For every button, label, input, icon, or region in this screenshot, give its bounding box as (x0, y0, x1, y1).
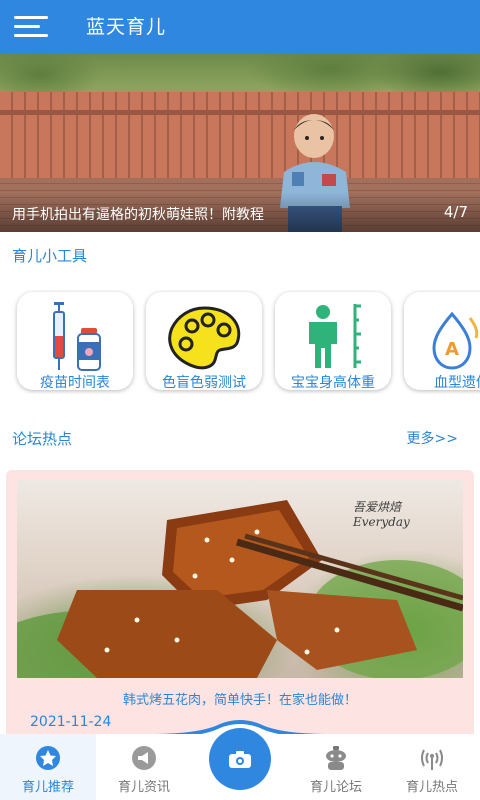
forum-section-title: 论坛热点 (12, 430, 73, 448)
nav-label: 育儿论坛 (309, 780, 362, 795)
forum-robot-icon (326, 746, 346, 770)
broadcast-antenna-icon (421, 749, 443, 770)
vaccine-syringe-icon (53, 302, 101, 371)
banner-caption: 用手机拍出有逼格的初秋萌娃照！附教程 (12, 207, 264, 223)
top-app-bar: 蓝天育儿 (0, 0, 480, 54)
tool-label: 宝宝身高体重 (291, 375, 375, 390)
tools-row[interactable]: 疫苗时间表 色盲色弱测试 宝宝身高体重 A 血型遗 (0, 290, 480, 394)
tools-section-title: 育儿小工具 (12, 247, 88, 265)
forum-post-photo[interactable]: 吾爱烘焙 Everyday (17, 480, 463, 678)
photo-watermark: 吾爱烘焙 Everyday (353, 500, 410, 529)
megaphone-icon (132, 746, 156, 770)
nav-tab-hot[interactable]: 育儿热点 (384, 742, 480, 796)
banner-page-indicator: 4/7 (443, 203, 468, 221)
camera-button[interactable] (209, 728, 271, 790)
forum-post-card[interactable]: 吾爱烘焙 Everyday 韩式烤五花肉，简单快手！在家也能做！ 2021-11… (6, 470, 474, 740)
svg-text:A: A (445, 339, 459, 360)
tool-card-vaccine[interactable]: 疫苗时间表 (17, 292, 133, 390)
app-root: 蓝天育儿 用手机拍出有逼格的初秋萌娃照！附教程 4/7 育儿小工具 疫苗时间表 … (0, 0, 480, 800)
camera-icon (229, 751, 251, 768)
forum-post-headline[interactable]: 韩式烤五花肉，简单快手！在家也能做！ (6, 689, 474, 708)
recommend-star-icon (36, 746, 60, 770)
tool-card-color-test[interactable]: 色盲色弱测试 (146, 292, 262, 390)
blood-drop-icon: A (432, 311, 479, 370)
app-title: 蓝天育儿 (86, 16, 167, 38)
nav-label: 育儿推荐 (21, 780, 74, 795)
tool-card-height-weight[interactable]: 宝宝身高体重 (275, 292, 391, 390)
nav-tab-forum[interactable]: 育儿论坛 (288, 742, 384, 796)
banner-carousel[interactable]: 用手机拍出有逼格的初秋萌娃照！附教程 4/7 (0, 54, 480, 232)
nav-tab-news[interactable]: 育儿资讯 (96, 742, 192, 796)
nav-label: 育儿热点 (405, 780, 458, 795)
nav-tab-recommend[interactable]: 育儿推荐 (0, 734, 96, 800)
nav-label: 育儿资讯 (117, 780, 170, 795)
more-link[interactable]: 更多>> (407, 428, 458, 448)
tool-card-blood-type[interactable]: A 血型遗传 (404, 292, 480, 390)
color-palette-icon (168, 306, 241, 370)
tool-label: 色盲色弱测试 (162, 375, 246, 390)
height-ruler-icon (309, 304, 361, 368)
tool-label: 疫苗时间表 (40, 375, 110, 390)
tool-label: 血型遗传 (434, 375, 480, 390)
hamburger-menu-icon[interactable] (14, 14, 50, 40)
